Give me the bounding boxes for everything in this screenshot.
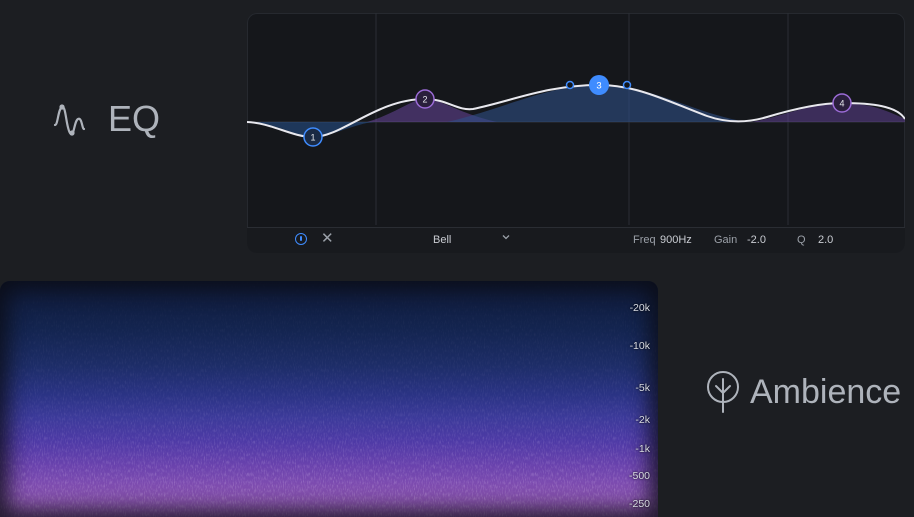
band-node-3[interactable]: 3 (589, 75, 609, 95)
chevron-down-icon[interactable] (501, 232, 511, 242)
filter-type-select[interactable]: Bell (433, 234, 451, 246)
gain-value[interactable]: -2.0 (747, 234, 766, 246)
band-node-2[interactable]: 2 (415, 89, 435, 109)
ambience-title: Ambience (750, 372, 902, 411)
eq-module-label[interactable]: EQ (52, 98, 160, 140)
band-node-4-label: 4 (839, 99, 844, 109)
eq-title: EQ (108, 98, 161, 139)
tree-icon (707, 371, 739, 413)
band-3-q-handle-left[interactable] (565, 80, 575, 90)
freq-value[interactable]: 900Hz (660, 234, 692, 246)
freq-tick-250: -250 (628, 498, 650, 510)
band-node-1-label: 1 (310, 133, 315, 143)
freq-tick-2k: -2k (635, 414, 650, 426)
band-3-q-handle-right[interactable] (622, 80, 632, 90)
band-node-1[interactable]: 1 (303, 127, 323, 147)
band-node-4[interactable]: 4 (832, 93, 852, 113)
freq-tick-20k: -20k (629, 302, 650, 314)
band-node-3-label: 3 (596, 81, 601, 92)
spectrogram[interactable]: -20k -10k -5k -2k -1k -500 -250 (0, 281, 658, 517)
freq-tick-1k: -1k (635, 443, 650, 455)
freq-tick-10k: -10k (629, 340, 650, 352)
band-enable-toggle[interactable] (295, 233, 307, 245)
close-icon[interactable]: ✕ (321, 231, 334, 246)
ambience-module-label[interactable]: Ambience (704, 370, 901, 414)
freq-tick-500: -500 (628, 470, 650, 482)
band-node-2-label: 2 (422, 95, 427, 105)
freq-label: Freq (633, 234, 656, 246)
eq-band-footer: ✕ Bell Freq 900Hz Gain -2.0 Q 2.0 (247, 227, 905, 253)
eq-curve-icon (53, 104, 86, 136)
q-value[interactable]: 2.0 (818, 234, 833, 246)
q-label: Q (797, 234, 806, 246)
freq-tick-5k: -5k (635, 382, 650, 394)
spectrogram-texture (0, 281, 658, 517)
eq-graph[interactable]: 1 2 3 4 (247, 13, 905, 225)
gain-label: Gain (714, 234, 738, 246)
eq-panel: 1 2 3 4 ✕ Bell Freq 900Hz Gain -2.0 Q 2.… (247, 13, 905, 253)
